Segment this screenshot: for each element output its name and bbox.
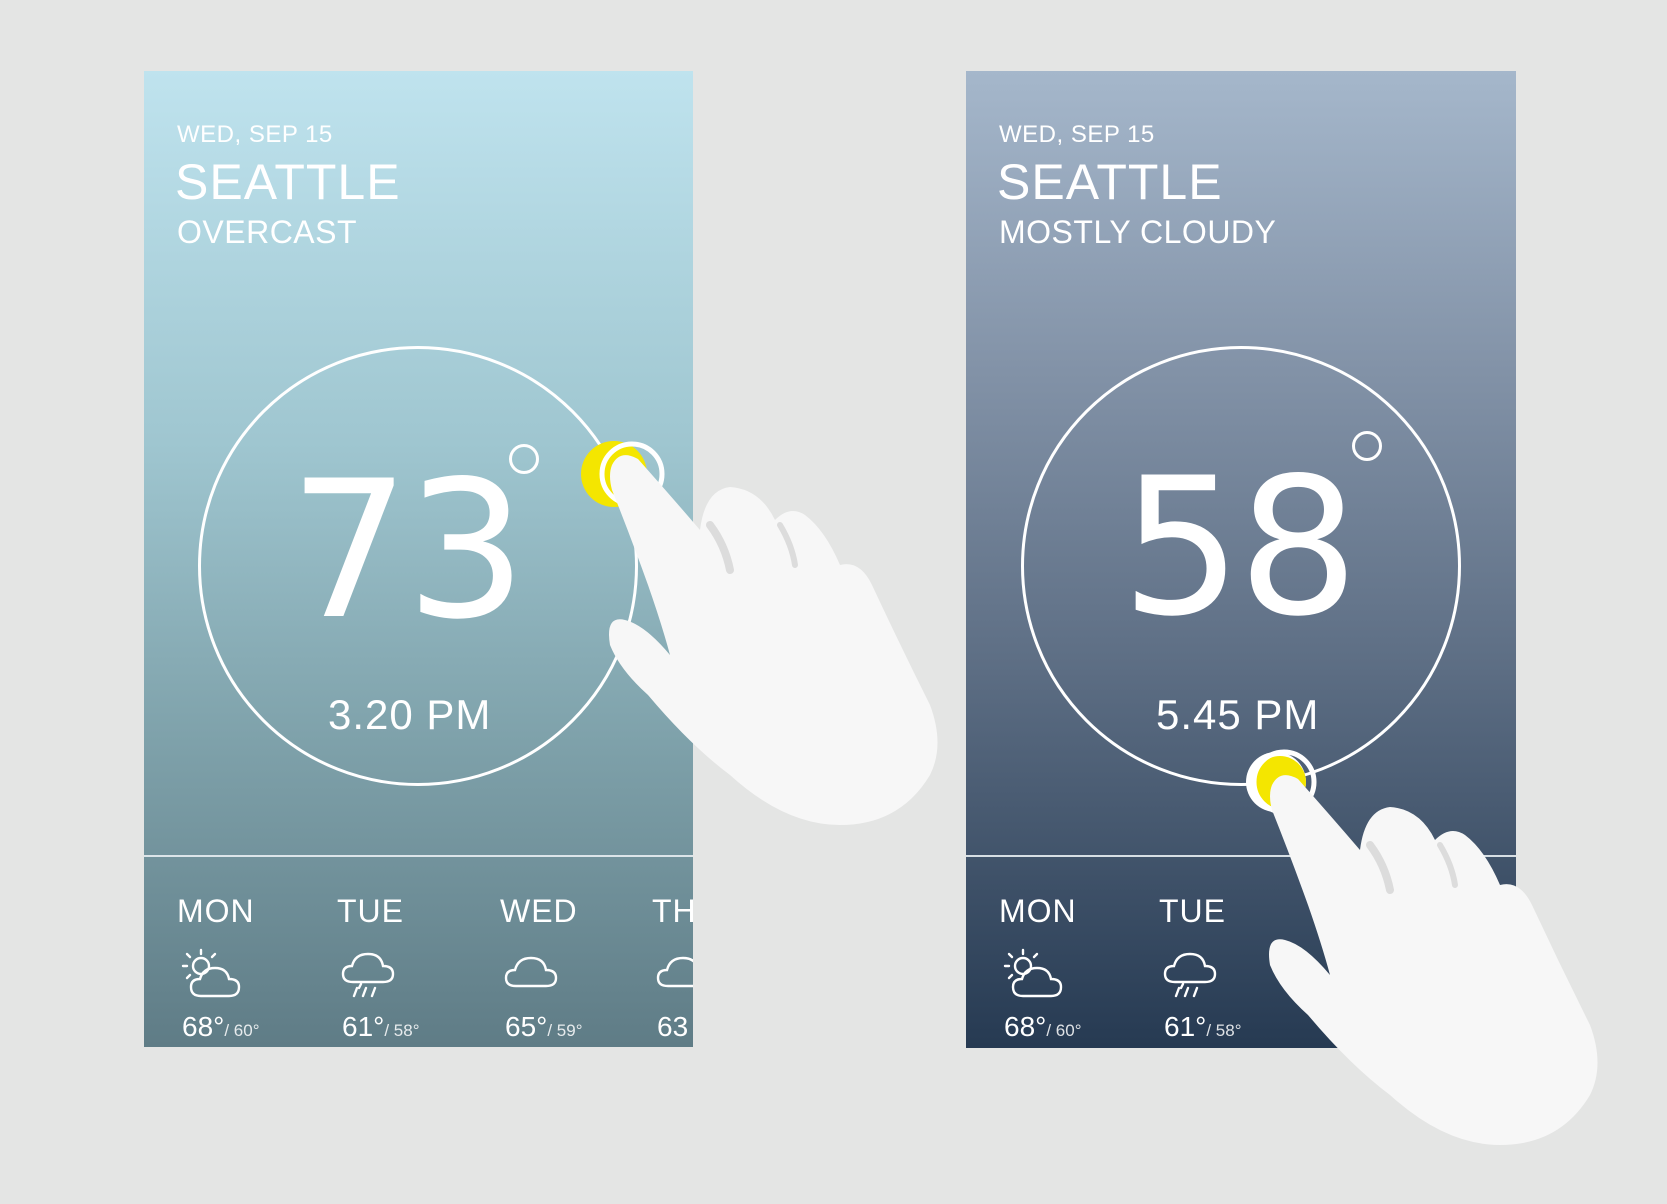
forecast-day-name: MON [999, 893, 1077, 929]
time-label: 5.45 PM [1156, 691, 1320, 738]
city-name: SEATTLE [175, 154, 401, 210]
forecast-temps: 65°/ 59° [505, 1011, 583, 1043]
time-label: 3.20 PM [328, 691, 492, 738]
condition-label: MOSTLY CLOUDY [999, 214, 1277, 250]
date-label: WED, SEP 15 [999, 121, 1155, 148]
forecast-high: 61° [1164, 1011, 1207, 1042]
partly-sunny-icon [1003, 948, 1063, 998]
rain-cloud-icon [341, 952, 395, 998]
forecast-day-name: WED [500, 893, 578, 929]
forecast-high: 68° [182, 1011, 225, 1042]
forecast-low: / 60° [224, 1021, 260, 1040]
forecast-temps: 61°/ 58° [1164, 1011, 1242, 1043]
forecast-day-name: TUE [1159, 893, 1226, 929]
forecast-low: / 58° [1206, 1021, 1242, 1040]
forecast-low: / 60° [1046, 1021, 1082, 1040]
forecast-low: / 59° [547, 1021, 583, 1040]
forecast-high: 61° [342, 1011, 385, 1042]
city-name: SEATTLE [997, 154, 1223, 210]
forecast-temps: 68°/ 60° [1004, 1011, 1082, 1043]
condition-label: OVERCAST [177, 214, 358, 250]
forecast-day-name: MON [177, 893, 255, 929]
degree-symbol [1352, 431, 1382, 461]
forecast-temps: 68°/ 60° [182, 1011, 260, 1043]
forecast-low: / 58° [384, 1021, 420, 1040]
forecast-divider [144, 855, 693, 857]
pointing-hand-icon [609, 455, 938, 825]
forecast-strip[interactable]: MON 68°/ 60° TUE 61° [144, 861, 693, 1043]
degree-symbol [509, 444, 539, 474]
rain-cloud-icon [1163, 952, 1217, 998]
cloud-icon [656, 956, 693, 988]
temperature-value: 58 [1121, 437, 1359, 658]
temperature-value: 73 [289, 440, 527, 661]
forecast-high: 63 [657, 1011, 689, 1042]
forecast-high: 68° [1004, 1011, 1047, 1042]
forecast-high: 65° [505, 1011, 548, 1042]
date-label: WED, SEP 15 [177, 121, 333, 148]
partly-sunny-icon [181, 948, 241, 998]
forecast-day-name: TH [652, 893, 693, 929]
forecast-day-name: TUE [337, 893, 404, 929]
forecast-temps: 63 [657, 1011, 688, 1043]
forecast-temps: 61°/ 58° [342, 1011, 420, 1043]
cloud-icon [504, 956, 558, 988]
pointing-hand-icon [1269, 775, 1598, 1145]
